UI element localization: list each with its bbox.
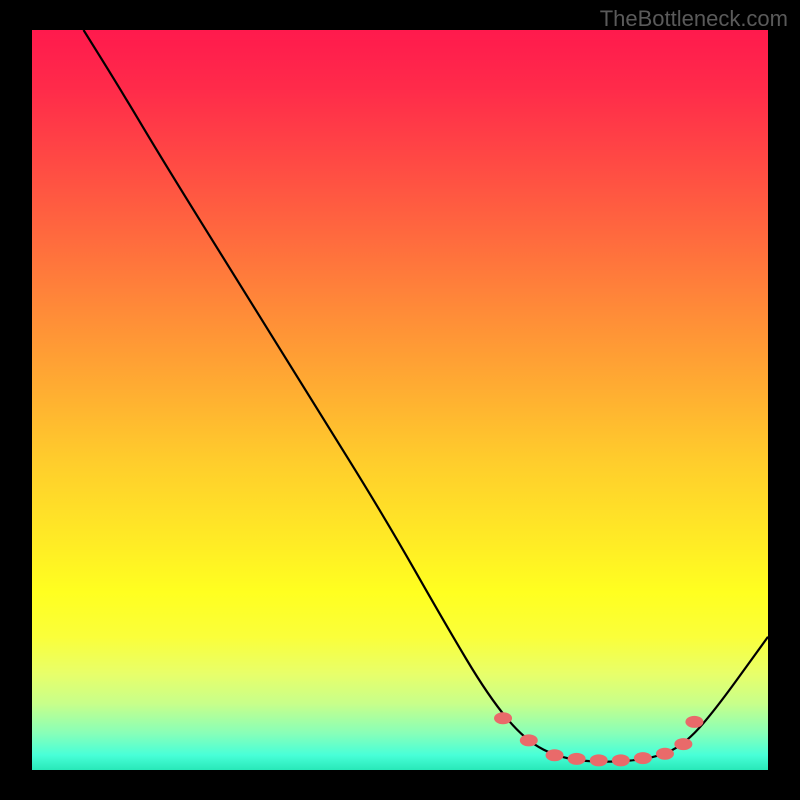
watermark-text: TheBottleneck.com — [600, 6, 788, 32]
marker-dot — [612, 754, 630, 766]
marker-dot — [674, 738, 692, 750]
marker-dot — [520, 734, 538, 746]
curve-markers — [494, 712, 703, 766]
bottleneck-curve — [84, 30, 768, 762]
marker-dot — [634, 752, 652, 764]
marker-dot — [546, 749, 564, 761]
chart-svg — [32, 30, 768, 770]
marker-dot — [656, 748, 674, 760]
marker-dot — [590, 754, 608, 766]
plot-area — [32, 30, 768, 770]
marker-dot — [568, 753, 586, 765]
marker-dot — [685, 716, 703, 728]
marker-dot — [494, 712, 512, 724]
